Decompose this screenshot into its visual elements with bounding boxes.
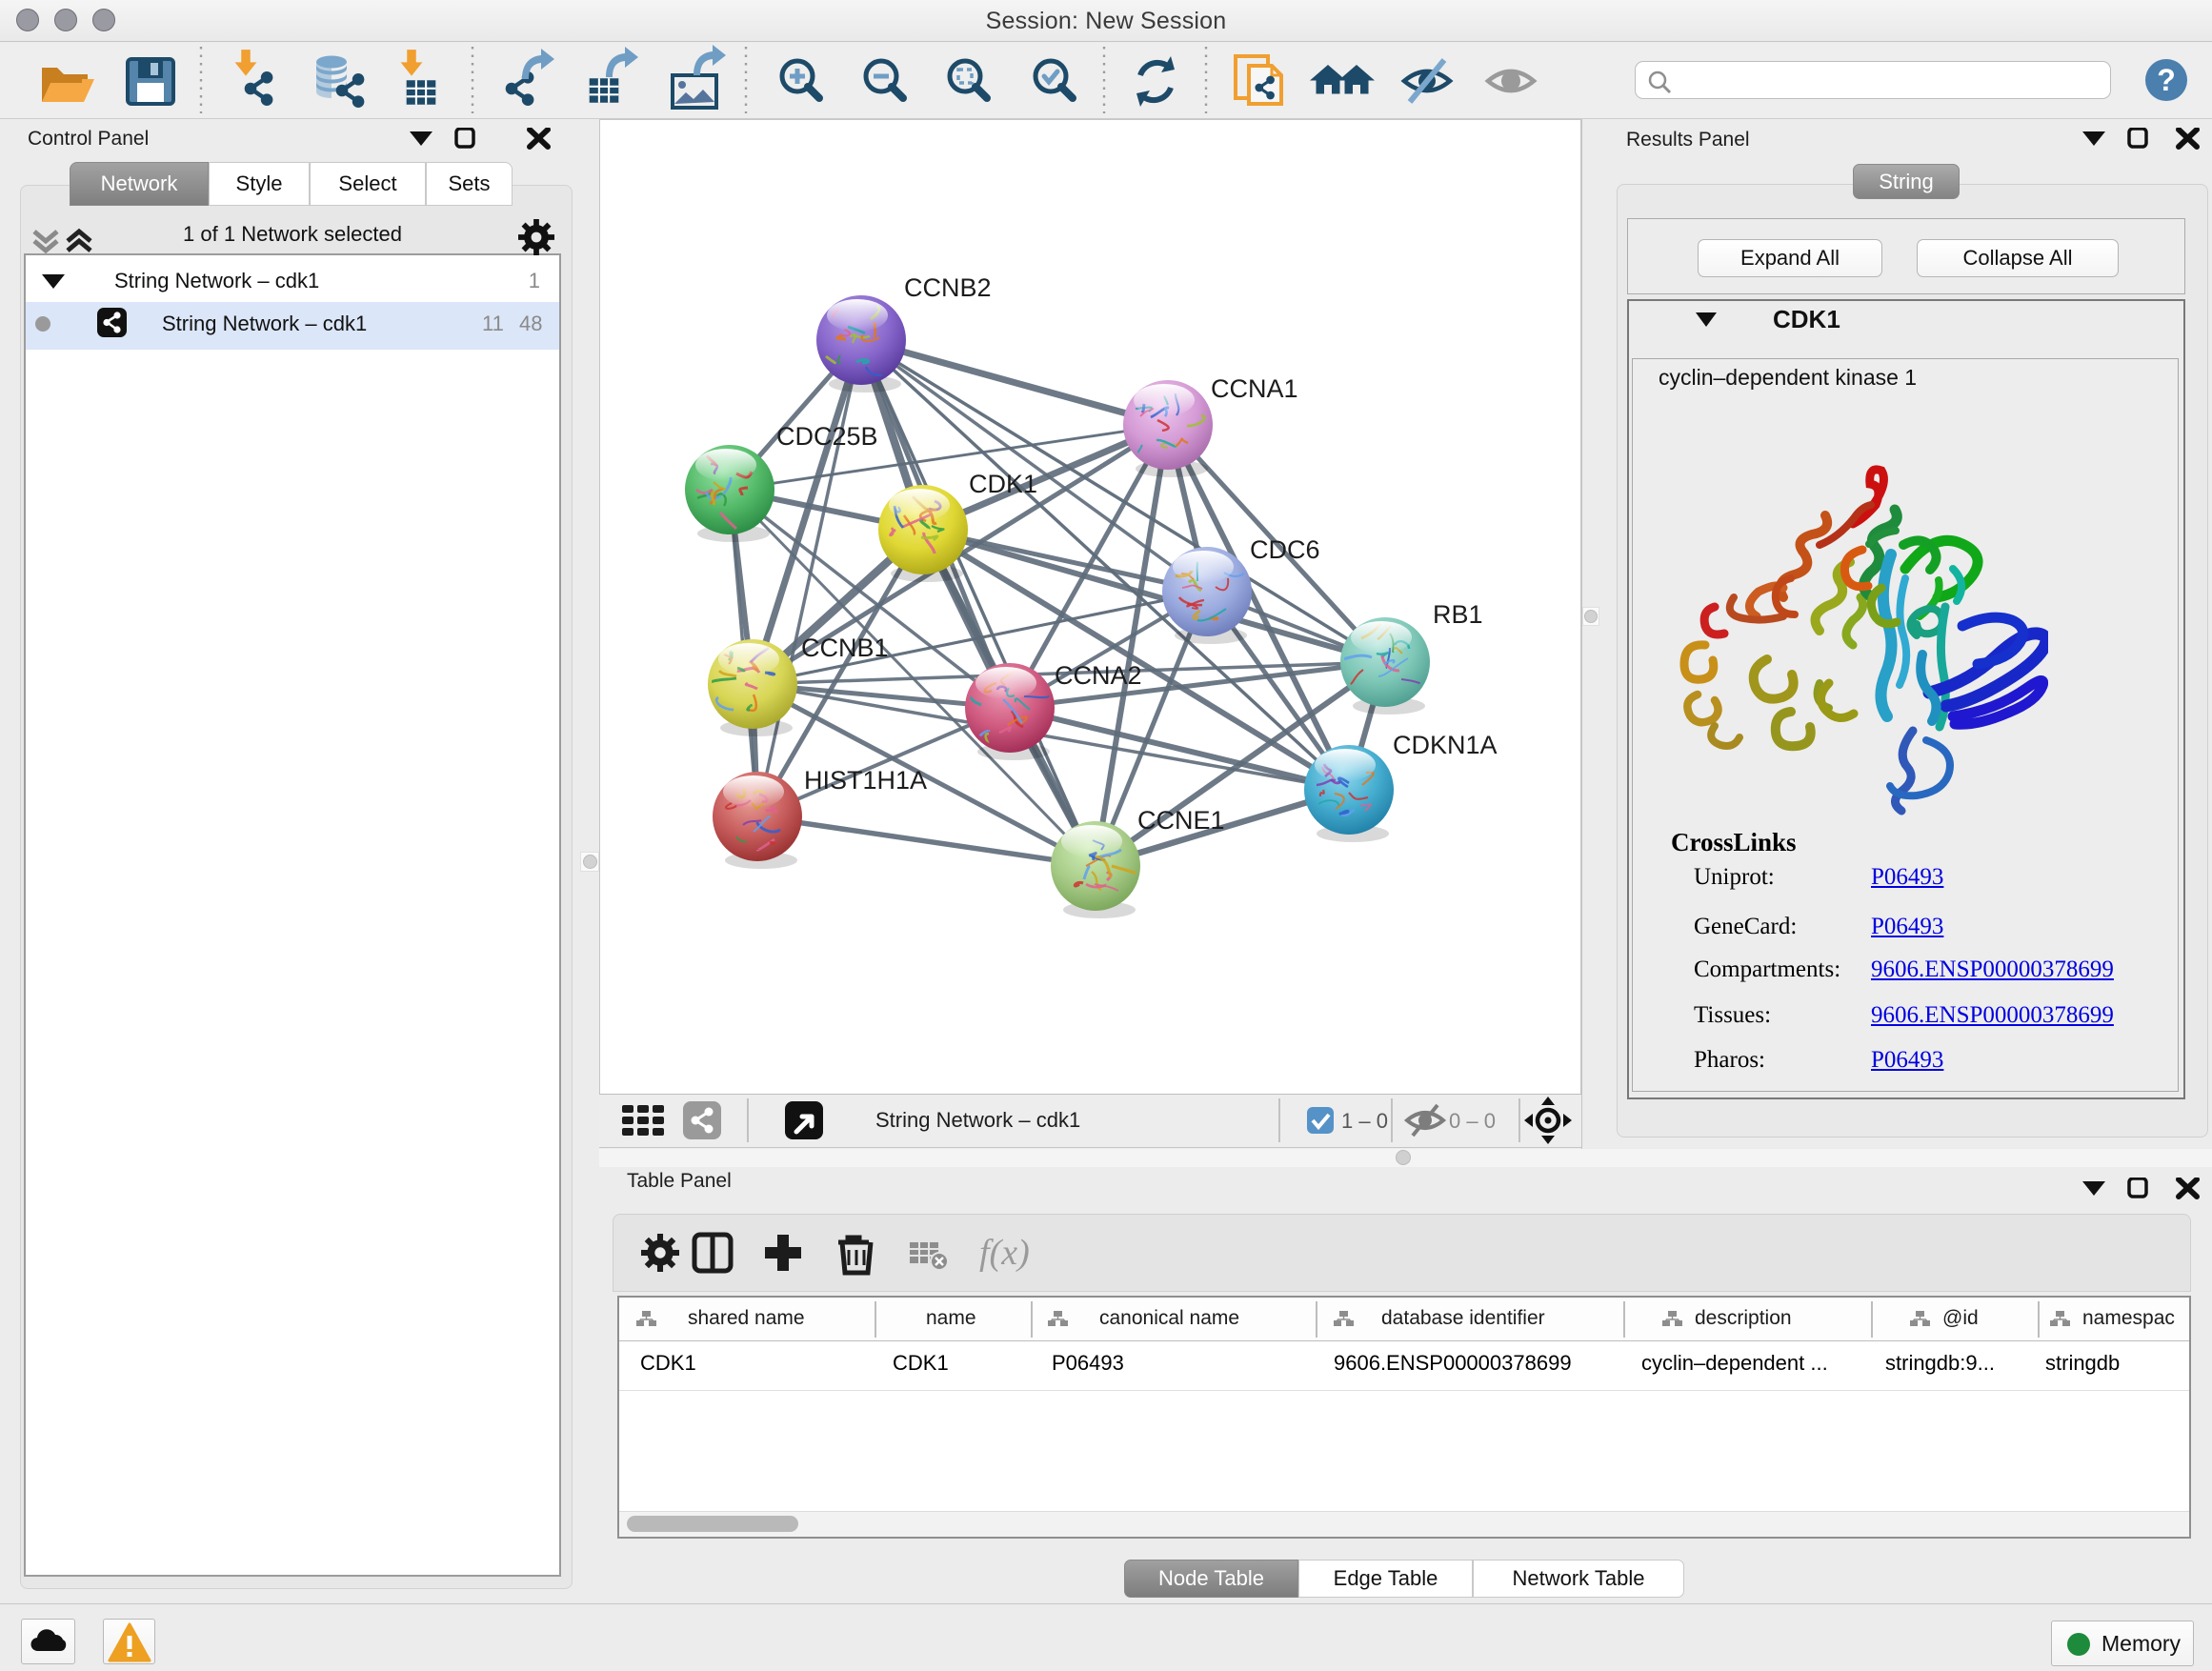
svg-text:?: ? — [2157, 63, 2176, 97]
svg-text:CCNA1: CCNA1 — [1211, 374, 1298, 403]
svg-text:CCNB2: CCNB2 — [904, 273, 992, 302]
svg-text:HIST1H1A: HIST1H1A — [804, 766, 927, 795]
svg-text:f(x): f(x) — [979, 1233, 1030, 1273]
svg-text:RB1: RB1 — [1433, 600, 1483, 629]
svg-text:1 – 0: 1 – 0 — [1341, 1109, 1388, 1133]
svg-text:CCNB1: CCNB1 — [801, 634, 889, 662]
svg-text:CCNA2: CCNA2 — [1055, 661, 1142, 690]
svg-text:CDC25B: CDC25B — [776, 422, 878, 451]
svg-text:CDC6: CDC6 — [1250, 535, 1320, 564]
svg-text:0 – 0: 0 – 0 — [1449, 1109, 1496, 1133]
svg-text:CCNE1: CCNE1 — [1137, 806, 1225, 835]
svg-text:CDKN1A: CDKN1A — [1393, 731, 1498, 759]
svg-text:CDK1: CDK1 — [969, 470, 1037, 498]
